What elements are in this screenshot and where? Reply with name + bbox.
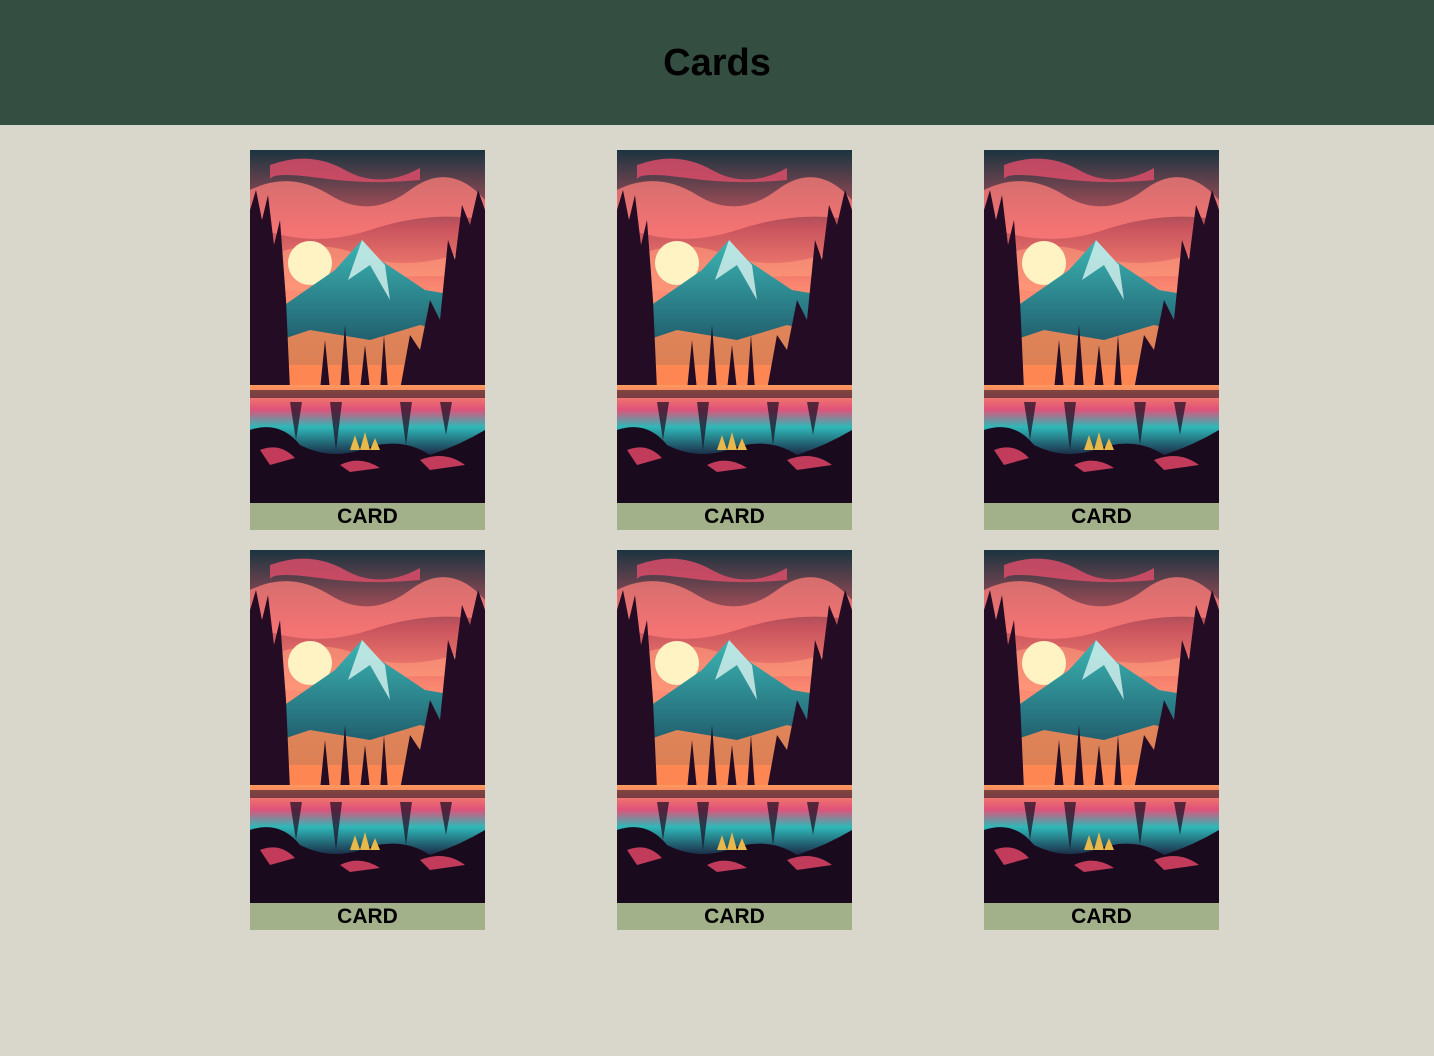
page-title: Cards — [663, 41, 771, 84]
card-image — [617, 550, 852, 903]
card-image — [984, 550, 1219, 903]
card[interactable]: CARD — [984, 550, 1219, 930]
card-image — [984, 150, 1219, 503]
card-image — [250, 550, 485, 903]
card[interactable]: CARD — [617, 550, 852, 930]
card[interactable]: CARD — [250, 150, 485, 530]
card-label: CARD — [1071, 904, 1132, 928]
card[interactable]: CARD — [984, 150, 1219, 530]
card-label: CARD — [704, 904, 765, 928]
card[interactable]: CARD — [617, 150, 852, 530]
card-image — [617, 150, 852, 503]
card-image — [250, 150, 485, 503]
page-header: Cards — [0, 0, 1434, 125]
card-label: CARD — [337, 504, 398, 528]
card[interactable]: CARD — [250, 550, 485, 930]
card-label: CARD — [337, 904, 398, 928]
card-label: CARD — [1071, 504, 1132, 528]
card-label: CARD — [704, 504, 765, 528]
